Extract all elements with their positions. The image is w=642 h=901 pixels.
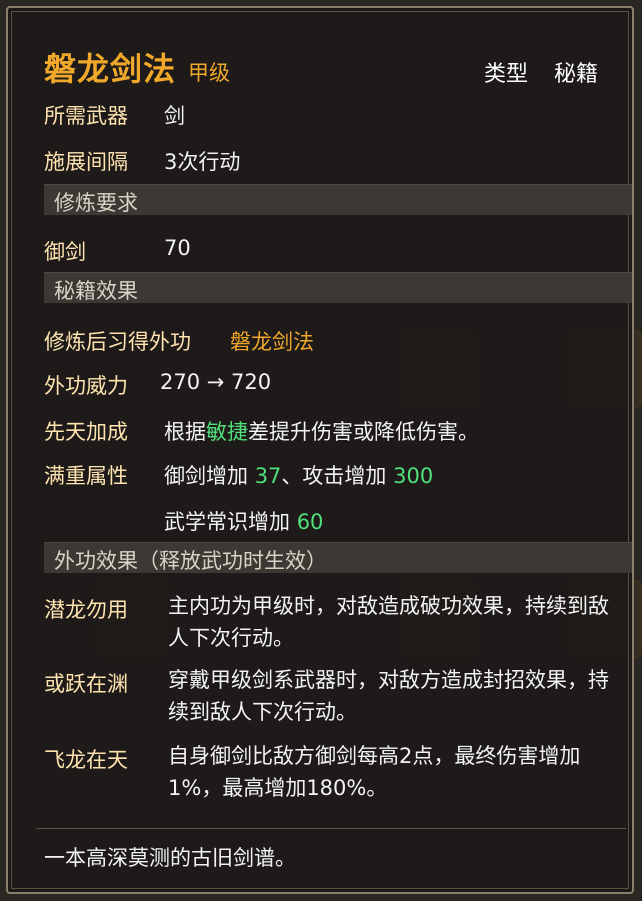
skill-name: 磐龙剑法 — [44, 50, 177, 88]
external-item-text: 主内功为甲级时，对敌造成破功效果，持续到敌人下次行动。 — [168, 594, 609, 650]
maxlevel-label: 满重属性 — [44, 464, 128, 488]
skill-grade: 甲级 — [188, 61, 230, 85]
maxlevel-line2-b: 60 — [296, 510, 324, 534]
external-header: 外功效果（释放武功时生效） — [44, 542, 632, 573]
power-label: 外功威力 — [44, 374, 128, 398]
external-item-text: 穿戴甲级剑系武器时，对敌方造成封招效果，持续到敌人下次行动。 — [168, 668, 609, 724]
interval-value: 3次行动 — [164, 150, 241, 174]
maxlevel-line1-d: 300 — [393, 464, 434, 488]
type-value: 秘籍 — [554, 62, 599, 87]
innate-value: 根据敏捷差提升伤害或降低伤害。 — [164, 416, 479, 446]
footer-description: 一本高深莫测的古旧剑谱。 — [44, 846, 296, 870]
innate-pre: 根据 — [164, 420, 206, 444]
maxlevel-line2: 武学常识增加 60 — [164, 506, 323, 536]
maxlevel-line1: 御剑增加 37、攻击增加 300 — [164, 460, 433, 490]
maxlevel-line1-c: 、攻击增加 — [281, 464, 394, 488]
type-label: 类型 — [484, 62, 529, 87]
innate-attribute: 敏捷 — [206, 420, 248, 444]
innate-label: 先天加成 — [44, 420, 128, 444]
footer-divider — [36, 828, 626, 829]
learn-label: 修炼后习得外功 — [44, 330, 191, 354]
external-header-label: 外功效果（释放武功时生效） — [54, 549, 327, 573]
external-item-label: 潜龙勿用 — [44, 598, 128, 622]
external-item-label: 或跃在渊 — [44, 672, 128, 696]
external-item-text: 自身御剑比敌方御剑每高2点，最终伤害增加1%，最高增加180%。 — [168, 744, 581, 800]
requirements-header: 修炼要求 — [44, 184, 632, 215]
external-item-label: 飞龙在天 — [44, 748, 128, 772]
effects-header-label: 秘籍效果 — [54, 279, 138, 303]
maxlevel-line1-a: 御剑增加 — [164, 464, 255, 488]
maxlevel-line2-a: 武学常识增加 — [164, 510, 297, 534]
requirements-header-label: 修炼要求 — [54, 191, 138, 215]
requirement-value: 70 — [164, 236, 191, 260]
weapon-label: 所需武器 — [44, 104, 128, 128]
maxlevel-line1-b: 37 — [254, 464, 282, 488]
learn-value: 磐龙剑法 — [230, 330, 314, 354]
weapon-value: 剑 — [164, 104, 185, 128]
requirement-label: 御剑 — [44, 240, 86, 264]
item-tooltip-panel: 磐龙剑法 甲级 类型 秘籍 所需武器 剑 施展间隔 3次行动 修炼要求 御剑 7… — [6, 6, 634, 894]
interval-label: 施展间隔 — [44, 150, 128, 174]
power-value: 270 → 720 — [160, 370, 272, 394]
effects-header: 秘籍效果 — [44, 272, 632, 303]
innate-post: 差提升伤害或降低伤害。 — [248, 420, 479, 444]
